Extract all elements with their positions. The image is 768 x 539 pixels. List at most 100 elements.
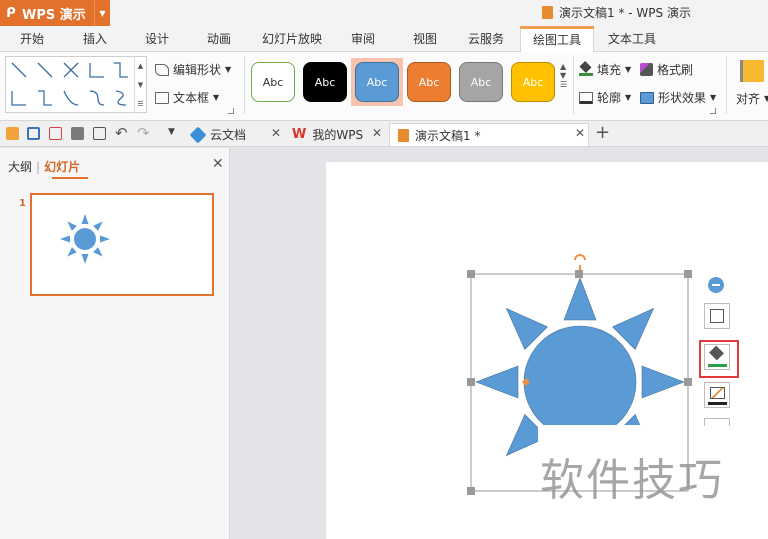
- slide-number: 1: [19, 198, 26, 209]
- fill-bucket-icon: [579, 60, 593, 76]
- doc-tab-mywps[interactable]: W 我的WPS: [284, 123, 371, 146]
- undo-icon[interactable]: ↶: [115, 124, 128, 142]
- print-icon[interactable]: [71, 127, 84, 140]
- style-swatch-blue[interactable]: Abc: [355, 62, 399, 102]
- doc-tab-cloud[interactable]: 云文档: [184, 123, 254, 146]
- chevron-down-icon: ▼: [625, 93, 632, 102]
- tab-text-tools[interactable]: 文本工具: [608, 30, 656, 47]
- outline-pen-icon: [710, 387, 725, 399]
- window-title: 演示文稿1 * - WPS 演示: [542, 4, 691, 21]
- close-icon[interactable]: ✕: [372, 126, 382, 140]
- app-name: WPS 演示: [22, 7, 86, 23]
- window-title-text: 演示文稿1 * - WPS 演示: [559, 6, 691, 20]
- gallery-expand-icon[interactable]: ☰: [135, 95, 146, 114]
- slide-thumbnail[interactable]: [30, 193, 214, 296]
- format-painter-button[interactable]: 格式刷: [640, 61, 693, 78]
- close-icon[interactable]: ✕: [271, 126, 281, 140]
- fill-label: 填充: [597, 63, 622, 77]
- outline-label: 轮廓: [597, 91, 622, 105]
- brush-icon: [640, 63, 653, 76]
- format-painter-label: 格式刷: [657, 63, 694, 77]
- divider: [244, 56, 245, 114]
- style-gallery-more-icon[interactable]: ▲ ▼ ☰: [560, 62, 567, 89]
- doc-tab-presentation[interactable]: 演示文稿1 *: [389, 123, 589, 146]
- wps-window: ᑭ WPS 演示 ▼ 演示文稿1 * - WPS 演示 开始 插入 设计 动画 …: [0, 0, 768, 539]
- open-folder-icon[interactable]: [6, 127, 19, 140]
- minus-icon: [712, 284, 720, 286]
- textbox-button[interactable]: 文本框 ▼: [155, 89, 219, 106]
- outline-button[interactable]: 轮廓 ▼: [579, 89, 631, 106]
- dialog-launcher-icon[interactable]: [228, 108, 234, 114]
- tab-slideshow[interactable]: 幻灯片放映: [262, 30, 322, 47]
- chevron-down-icon[interactable]: ▼: [168, 127, 175, 137]
- divider: [573, 56, 574, 114]
- sun-shape-thumbnail: [60, 214, 110, 264]
- cloud-doc-icon: [189, 126, 207, 143]
- style-swatch-white[interactable]: Abc: [251, 62, 295, 102]
- title-bar: ᑭ WPS 演示 ▼ 演示文稿1 * - WPS 演示: [0, 0, 768, 26]
- save-icon[interactable]: [27, 127, 40, 140]
- tab-insert[interactable]: 插入: [83, 30, 107, 47]
- gallery-scroll[interactable]: ▲ ▼ ☰: [134, 57, 146, 114]
- tab-home[interactable]: 开始: [20, 30, 44, 47]
- tab-cloud[interactable]: 云服务: [468, 30, 504, 47]
- tab-separator: |: [36, 160, 41, 174]
- tab-slides[interactable]: 幻灯片: [44, 160, 80, 174]
- app-menu-button[interactable]: ᑭ WPS 演示 ▼: [0, 0, 110, 26]
- align-label: 对齐: [736, 92, 761, 106]
- ribbon: ▲ ▼ ☰ 编辑形状 ▼ 文本框 ▼ Abc Abc Abc Abc Abc A…: [0, 52, 768, 121]
- more-tool-button[interactable]: [704, 418, 730, 426]
- print-preview-icon[interactable]: [93, 127, 106, 140]
- edit-shape-icon: [155, 63, 169, 76]
- style-swatch-gold[interactable]: Abc: [511, 62, 555, 102]
- style-swatch-gray[interactable]: Abc: [459, 62, 503, 102]
- edit-shape-icon: [710, 309, 724, 323]
- style-swatch-orange[interactable]: Abc: [407, 62, 451, 102]
- new-tab-plus-icon[interactable]: +: [595, 122, 610, 143]
- tab-outline[interactable]: 大纲: [8, 160, 32, 174]
- redo-icon[interactable]: ↷: [137, 124, 150, 142]
- export-pdf-icon[interactable]: [49, 127, 62, 140]
- style-swatch-black[interactable]: Abc: [303, 62, 347, 102]
- tab-design[interactable]: 设计: [145, 30, 169, 47]
- dialog-launcher-icon[interactable]: [710, 108, 716, 114]
- shape-effect-button[interactable]: 形状效果 ▼: [640, 89, 716, 106]
- shape-style-tool-button[interactable]: [704, 303, 730, 329]
- slide-panel: 大纲 | 幻灯片 ✕ 1: [0, 148, 230, 539]
- outline-color-bar: [708, 402, 727, 405]
- collapse-tools-button[interactable]: [708, 277, 724, 293]
- outline-tool-button[interactable]: [704, 382, 730, 408]
- divider: [726, 56, 727, 114]
- edit-shape-label: 编辑形状: [173, 63, 222, 77]
- tab-drawing-tools[interactable]: 绘图工具: [520, 26, 595, 53]
- shape-gallery[interactable]: ▲ ▼ ☰: [5, 56, 147, 114]
- close-icon[interactable]: ✕: [575, 126, 585, 140]
- chevron-up-icon[interactable]: ▲: [135, 57, 146, 76]
- doc-tab-label: 云文档: [210, 128, 247, 142]
- tab-review[interactable]: 审阅: [351, 30, 375, 47]
- chevron-down-icon: ▼: [764, 94, 768, 103]
- highlight-box: [699, 340, 739, 378]
- close-icon[interactable]: ✕: [212, 156, 224, 172]
- wps-w-icon: W: [292, 127, 307, 142]
- chevron-down-icon: ▼: [225, 65, 232, 74]
- document-icon: [542, 6, 553, 19]
- edit-shape-button[interactable]: 编辑形状 ▼: [155, 61, 231, 78]
- align-icon: [740, 60, 764, 82]
- tab-view[interactable]: 视图: [413, 30, 437, 47]
- chevron-down-icon[interactable]: ▼: [135, 76, 146, 95]
- textbox-label: 文本框: [173, 91, 210, 105]
- align-button[interactable]: 对齐 ▼: [736, 90, 768, 107]
- tab-animation[interactable]: 动画: [207, 30, 231, 47]
- watermark-text: 软件技巧: [540, 455, 724, 506]
- quick-access-bar: ↶ ↷ ▼ 云文档 ✕ W 我的WPS ✕ 演示文稿1 * ✕ +: [0, 121, 768, 147]
- chevron-down-icon: ▼: [213, 93, 220, 102]
- chevron-down-icon[interactable]: ▼: [94, 0, 110, 26]
- shape-effect-icon: [640, 91, 654, 104]
- chevron-down-icon: ▼: [710, 93, 717, 102]
- line-shapes-icon: [11, 62, 128, 106]
- shape-effect-label: 形状效果: [658, 91, 707, 105]
- fill-button[interactable]: 填充 ▼: [579, 60, 631, 78]
- wps-logo-icon: ᑭ: [6, 5, 16, 21]
- doc-tab-label: 我的WPS: [312, 128, 364, 142]
